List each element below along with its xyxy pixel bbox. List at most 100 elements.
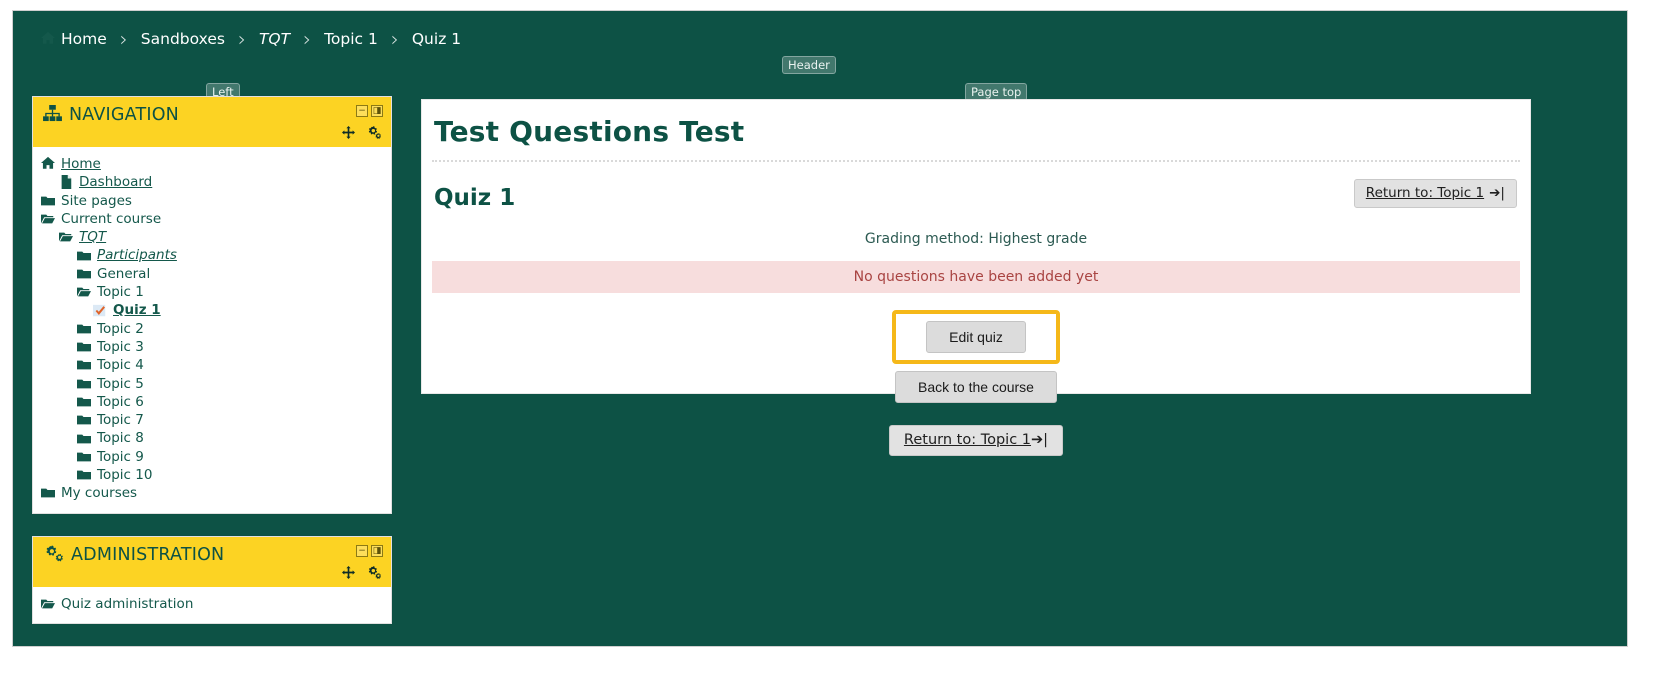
nav-item-label: Quiz administration — [61, 595, 194, 612]
quiz-title: Quiz 1 — [434, 185, 516, 211]
move-icon[interactable] — [342, 124, 355, 143]
nav-item-topic-10: Topic 10 — [75, 466, 385, 484]
breadcrumb-item-tqt[interactable]: TQT — [259, 30, 290, 48]
nav-item-label: Current course — [61, 210, 162, 227]
edit-quiz-button[interactable]: Edit quiz — [926, 321, 1026, 353]
nav-item-topic-1: Topic 1 — [75, 283, 385, 301]
move-icon[interactable] — [342, 564, 355, 583]
folder-icon — [77, 395, 91, 409]
block-body-administration: Quiz administration — [33, 587, 391, 623]
grading-method-text: Grading method: Highest grade — [864, 231, 1088, 247]
nav-item-topic-8: Topic 8 — [75, 429, 385, 447]
block-controls-administration: − ◨ — [356, 544, 383, 557]
nav-item-label: Topic 4 — [97, 357, 144, 374]
block-administration: ADMINISTRATION − ◨ Quiz administration — [32, 535, 392, 624]
breadcrumb-separator: › — [119, 27, 128, 51]
nav-item-label: Topic 7 — [97, 412, 144, 429]
breadcrumb-item-topic-1[interactable]: Topic 1 — [324, 30, 378, 48]
folder-icon — [77, 432, 91, 446]
breadcrumb-item-home[interactable]: Home — [41, 30, 107, 48]
nav-item-site-pages: Site pages — [39, 192, 385, 210]
block-header-navigation: NAVIGATION − ◨ — [33, 97, 391, 147]
nav-item-topic-2: Topic 2 — [75, 320, 385, 338]
dock-block-icon[interactable]: ◨ — [371, 544, 383, 557]
back-to-course-button[interactable]: Back to the course — [895, 371, 1057, 403]
folder-icon — [77, 249, 91, 263]
nav-item-quiz-1[interactable]: Quiz 1 — [91, 301, 385, 319]
folder-open-icon — [59, 230, 73, 244]
return-to-topic-button-top[interactable]: Return to: Topic 1 ➔| — [1353, 179, 1517, 208]
nav-item-topic-5: Topic 5 — [75, 375, 385, 393]
main-content-card: Test Questions Test Quiz 1 Return to: To… — [421, 99, 1531, 456]
return-to-topic-label-bottom: Return to: Topic 1 — [903, 432, 1032, 448]
nav-item-quiz-administration: Quiz administration — [39, 595, 385, 613]
breadcrumb-label: Home — [61, 30, 107, 48]
nav-item-label: General — [97, 265, 151, 282]
folder-icon — [41, 486, 55, 500]
nav-item-topic-3: Topic 3 — [75, 338, 385, 356]
nav-item-general: General — [75, 265, 385, 283]
sitemap-icon — [43, 105, 62, 126]
folder-icon — [77, 450, 91, 464]
collapse-block-icon[interactable]: − — [356, 544, 368, 557]
dock-block-icon[interactable]: ◨ — [371, 105, 383, 117]
breadcrumb-item-quiz-1[interactable]: Quiz 1 — [412, 30, 461, 48]
block-navigation: NAVIGATION − ◨ Home Dashboard Site pages Curre… — [32, 96, 392, 514]
breadcrumb-label: Topic 1 — [324, 30, 378, 48]
folder-icon — [77, 468, 91, 482]
nav-list-navigation: Home Dashboard Site pages Current course TQT… — [39, 155, 385, 503]
quiz-check-icon — [93, 304, 107, 318]
nav-item-label: Topic 10 — [97, 467, 153, 484]
folder-icon — [77, 322, 91, 336]
folder-icon — [77, 267, 91, 281]
quiz-action-buttons: Edit quiz Back to the course — [422, 310, 1530, 403]
nav-item-label: Participants — [97, 247, 177, 264]
nav-item-tqt[interactable]: TQT — [57, 228, 385, 246]
breadcrumb-separator: › — [237, 27, 246, 51]
no-questions-alert: No questions have been added yet — [432, 261, 1520, 293]
sign-in-icon-bottom: ➔| — [1031, 432, 1049, 448]
nav-item-topic-7: Topic 7 — [75, 411, 385, 429]
breadcrumb-separator: › — [303, 27, 312, 51]
collapse-block-icon[interactable]: − — [356, 105, 368, 117]
block-header-administration: ADMINISTRATION − ◨ — [33, 536, 391, 587]
browser-viewport: Home › Sandboxes › TQT › Topic 1 › Quiz 1 Header… — [12, 10, 1628, 647]
return-to-topic-button-bottom[interactable]: Return to: Topic 1➔| — [888, 425, 1064, 456]
nav-list-administration: Quiz administration — [39, 595, 385, 613]
bottom-return-wrap: Return to: Topic 1➔| — [422, 425, 1530, 456]
breadcrumb-item-sandboxes[interactable]: Sandboxes — [141, 30, 225, 48]
return-to-topic-label-top: Return to: Topic 1 — [1365, 185, 1485, 201]
breadcrumb-separator: › — [390, 27, 399, 51]
title-divider — [432, 160, 1520, 162]
nav-item-label: Topic 6 — [97, 393, 144, 410]
nav-item-label: Quiz 1 — [113, 302, 161, 319]
block-title-administration: ADMINISTRATION — [71, 544, 225, 565]
nav-item-participants[interactable]: Participants — [75, 246, 385, 264]
nav-item-topic-4: Topic 4 — [75, 356, 385, 374]
nav-item-dashboard[interactable]: Dashboard — [57, 173, 385, 191]
gears-icon — [43, 545, 64, 567]
block-actions-administration — [342, 564, 381, 583]
block-controls-navigation: − ◨ — [356, 105, 383, 117]
nav-item-label: Topic 2 — [97, 320, 144, 337]
sign-in-icon: ➔| — [1489, 185, 1505, 201]
folder-icon — [77, 413, 91, 427]
folder-open-icon — [77, 285, 91, 299]
folder-icon — [77, 377, 91, 391]
block-title-navigation: NAVIGATION — [69, 104, 179, 125]
page-title: Test Questions Test — [434, 115, 745, 148]
nav-item-topic-6: Topic 6 — [75, 393, 385, 411]
file-icon — [59, 175, 73, 190]
nav-item-label: Topic 1 — [97, 284, 144, 301]
nav-item-label: Topic 9 — [97, 448, 144, 465]
nav-item-my-courses: My courses — [39, 484, 385, 502]
gear-icon[interactable] — [367, 124, 381, 143]
folder-open-icon — [41, 212, 55, 226]
folder-icon — [77, 358, 91, 372]
nav-item-home[interactable]: Home — [39, 155, 385, 173]
left-block-region: NAVIGATION − ◨ Home Dashboard Site pages Curre… — [32, 96, 392, 646]
gear-icon[interactable] — [367, 564, 381, 583]
breadcrumb-label: Quiz 1 — [411, 30, 462, 48]
nav-item-label: Topic 3 — [97, 338, 144, 355]
breadcrumb-label: TQT — [258, 30, 291, 48]
